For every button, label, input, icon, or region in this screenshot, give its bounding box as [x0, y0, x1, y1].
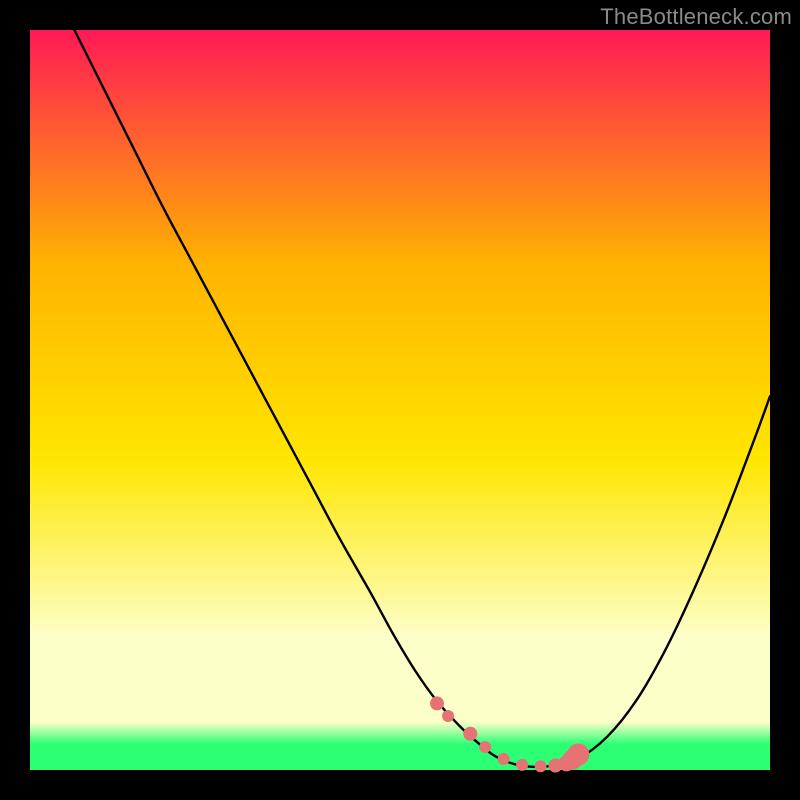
optimal-marker: [430, 696, 444, 710]
optimal-marker: [463, 727, 477, 741]
optimal-marker: [516, 759, 528, 771]
optimal-marker: [498, 753, 510, 765]
bottleneck-curve: [74, 30, 770, 767]
optimal-marker: [567, 743, 589, 765]
watermark-text: TheBottleneck.com: [600, 4, 792, 30]
optimal-marker: [479, 741, 491, 753]
optimal-zone-markers: [430, 696, 589, 772]
optimal-marker: [442, 710, 454, 722]
chart-stage: TheBottleneck.com: [0, 0, 800, 800]
optimal-marker: [535, 760, 547, 772]
bottleneck-plot: [30, 30, 770, 770]
